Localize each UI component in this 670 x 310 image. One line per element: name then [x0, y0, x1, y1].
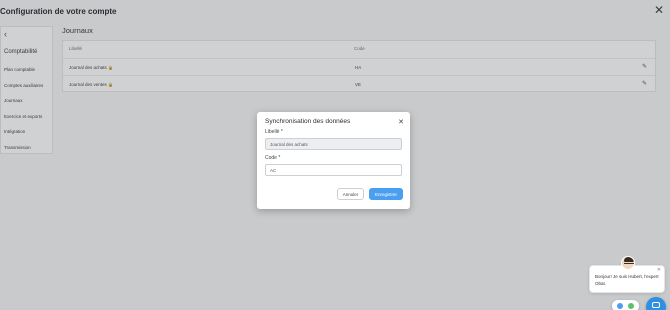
cancel-button[interactable]: Annuler [337, 188, 364, 200]
chat-message-line: Bonjour! Je suis Hubert, l'expert [595, 274, 659, 279]
chat-quick-actions[interactable] [612, 300, 639, 310]
chat-icon [652, 302, 660, 308]
chat-message-line: Obat. [595, 281, 607, 286]
blue-dot-icon[interactable] [617, 303, 623, 309]
close-icon[interactable]: ✕ [657, 267, 661, 274]
libelle-field[interactable]: Journal des achats [265, 138, 402, 150]
chat-launcher-button[interactable] [646, 297, 666, 310]
save-button[interactable]: Enregistrer [369, 188, 403, 200]
avatar [621, 256, 635, 270]
close-icon[interactable]: ✕ [398, 118, 404, 126]
code-label: Code * [265, 155, 281, 161]
sync-modal: Synchronisation des données ✕ Libellé * … [257, 112, 410, 209]
code-field[interactable]: AC [265, 164, 402, 176]
modal-title: Synchronisation des données [265, 118, 351, 125]
green-dot-icon[interactable] [628, 303, 634, 309]
libelle-label: Libellé * [265, 129, 283, 135]
